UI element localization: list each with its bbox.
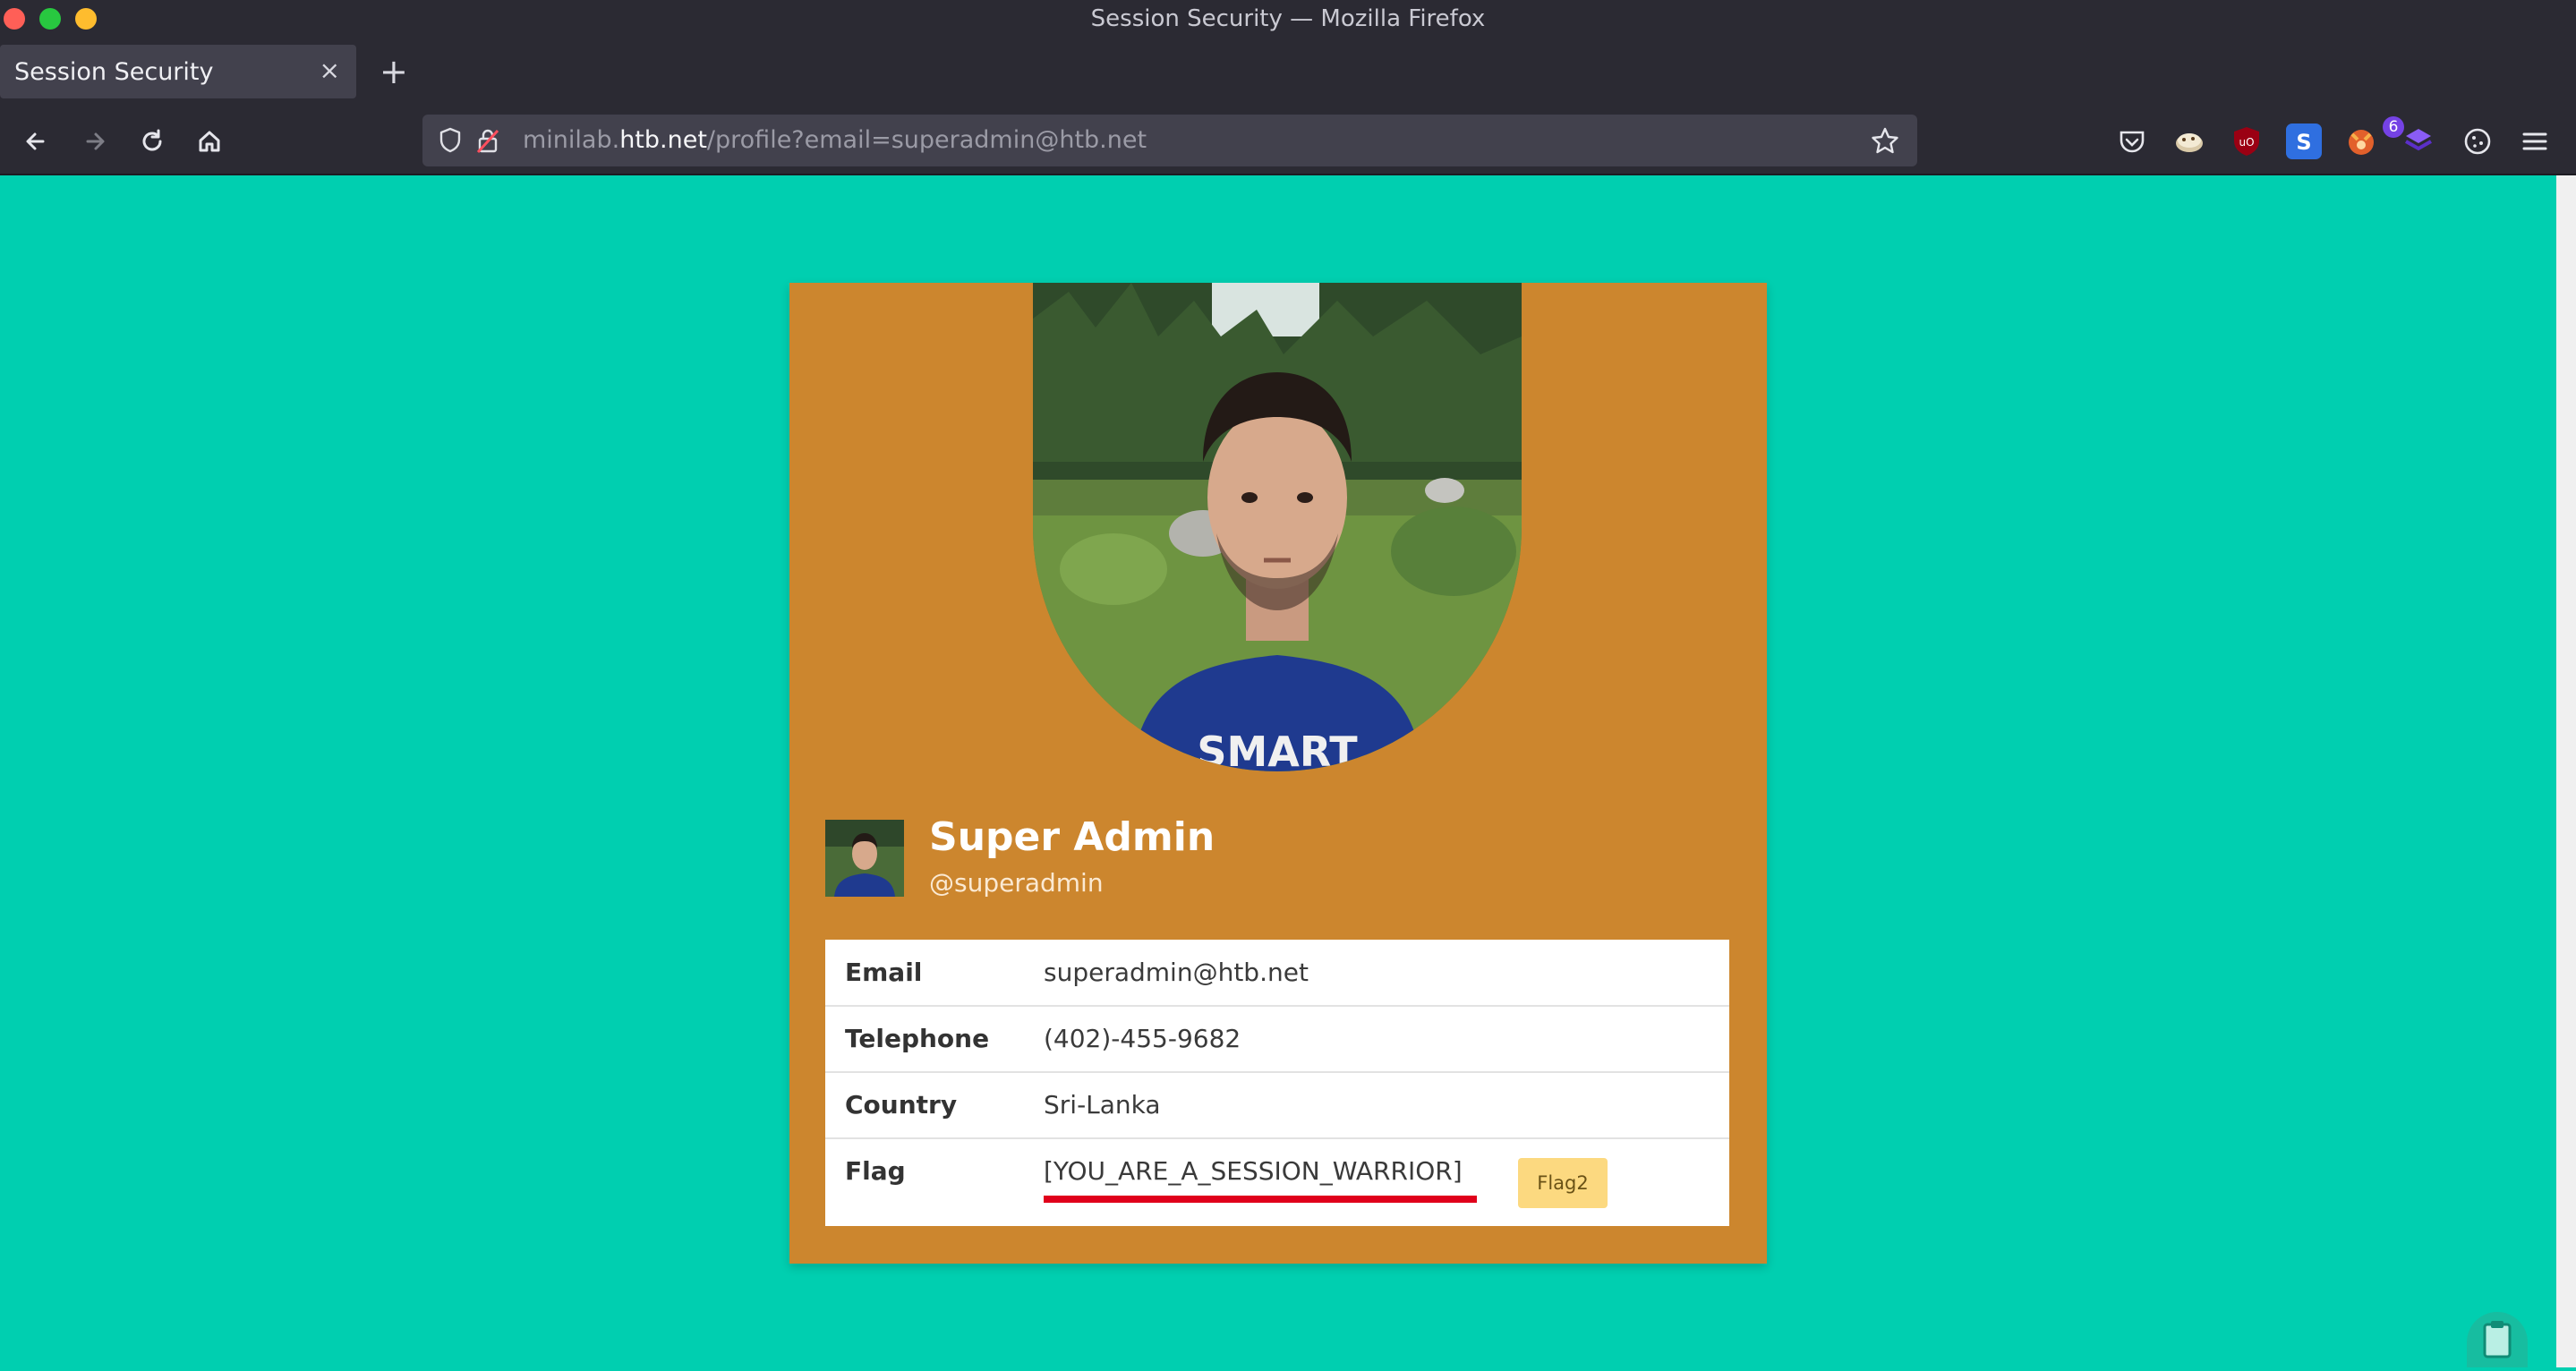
url-host: htb.net xyxy=(619,126,707,154)
table-row: Telephone (402)-455-9682 xyxy=(825,1006,1729,1073)
reload-icon xyxy=(142,129,162,151)
row-value: Sri-Lanka xyxy=(1044,1090,1161,1120)
window-title: Session Security — Mozilla Firefox xyxy=(1090,5,1486,32)
tab-label: Session Security xyxy=(14,58,214,86)
table-row: Country Sri-Lanka xyxy=(825,1072,1729,1139)
profile-handle: @superadmin xyxy=(929,868,1104,898)
wappalyzer-icon[interactable] xyxy=(2401,123,2436,159)
shield-icon[interactable] xyxy=(435,125,465,156)
table-row-flag: Flag [YOU_ARE_A_SESSION_WARRIOR] Flag2 xyxy=(825,1138,1729,1226)
back-arrow-icon xyxy=(26,132,45,150)
tab-strip: Session Security × + xyxy=(0,39,2576,109)
row-label: Country xyxy=(845,1090,958,1120)
home-button[interactable] xyxy=(190,122,229,161)
back-button[interactable] xyxy=(16,122,55,161)
svg-text:S: S xyxy=(2296,130,2311,155)
url-path: /profile?email=superadmin@htb.net xyxy=(706,126,1147,154)
table-row: Email superadmin@htb.net xyxy=(825,940,1729,1007)
profile-photo-image: SMART xyxy=(1033,283,1522,771)
url-bar[interactable]: minilab.htb.net/profile?email=superadmin… xyxy=(422,115,1917,166)
url-prefix: minilab. xyxy=(523,126,620,154)
row-label: Flag xyxy=(845,1156,906,1186)
home-icon xyxy=(199,131,220,152)
row-label: Telephone xyxy=(845,1024,990,1053)
flag-value: [YOU_ARE_A_SESSION_WARRIOR] xyxy=(1044,1156,1463,1186)
tab-close-icon[interactable]: × xyxy=(320,55,340,85)
reload-button[interactable] xyxy=(132,122,172,161)
profile-name: Super Admin xyxy=(929,814,1215,860)
flag-highlight-underline xyxy=(1044,1196,1477,1203)
row-value: (402)-455-9682 xyxy=(1044,1024,1241,1053)
flag2-button[interactable]: Flag2 xyxy=(1518,1158,1608,1208)
svg-text:uO: uO xyxy=(2239,136,2254,149)
new-tab-button[interactable]: + xyxy=(380,52,408,91)
shirt-text: SMART xyxy=(1197,728,1358,771)
pocket-icon[interactable] xyxy=(2114,123,2150,159)
row-label: Email xyxy=(845,958,923,987)
extension-count-badge: 6 xyxy=(2383,116,2404,138)
forward-arrow-icon xyxy=(86,132,105,150)
profile-card: SMART Super Admin @superadmin Email supe… xyxy=(789,283,1767,1264)
cookie-editor-extension-icon[interactable] xyxy=(2171,123,2207,159)
bookmark-star-icon[interactable] xyxy=(1869,124,1901,157)
forward-button[interactable] xyxy=(75,122,115,161)
profile-info-table: Email superadmin@htb.net Telephone (402)… xyxy=(825,940,1729,1226)
page-scrollbar[interactable] xyxy=(2556,175,2576,1367)
extensions-puzzle-icon[interactable] xyxy=(2460,123,2495,159)
row-value: superadmin@htb.net xyxy=(1044,958,1309,987)
avatar xyxy=(825,820,904,897)
url-text[interactable]: minilab.htb.net/profile?email=superadmin… xyxy=(523,126,1147,154)
foxyproxy-icon[interactable] xyxy=(2343,123,2379,159)
ublock-origin-icon[interactable]: uO xyxy=(2229,123,2265,159)
menu-hamburger-icon[interactable] xyxy=(2517,123,2553,159)
clipboard-icon[interactable] xyxy=(2467,1312,2528,1367)
profile-cover-photo: SMART xyxy=(1033,283,1522,771)
navigation-bar: minilab.htb.net/profile?email=superadmin… xyxy=(0,109,2576,175)
s-extension-icon[interactable]: S xyxy=(2286,123,2322,159)
insecure-lock-icon[interactable] xyxy=(473,125,503,156)
title-bar: Session Security — Mozilla Firefox xyxy=(0,0,2576,39)
tab-session-security[interactable]: Session Security × xyxy=(0,45,356,98)
